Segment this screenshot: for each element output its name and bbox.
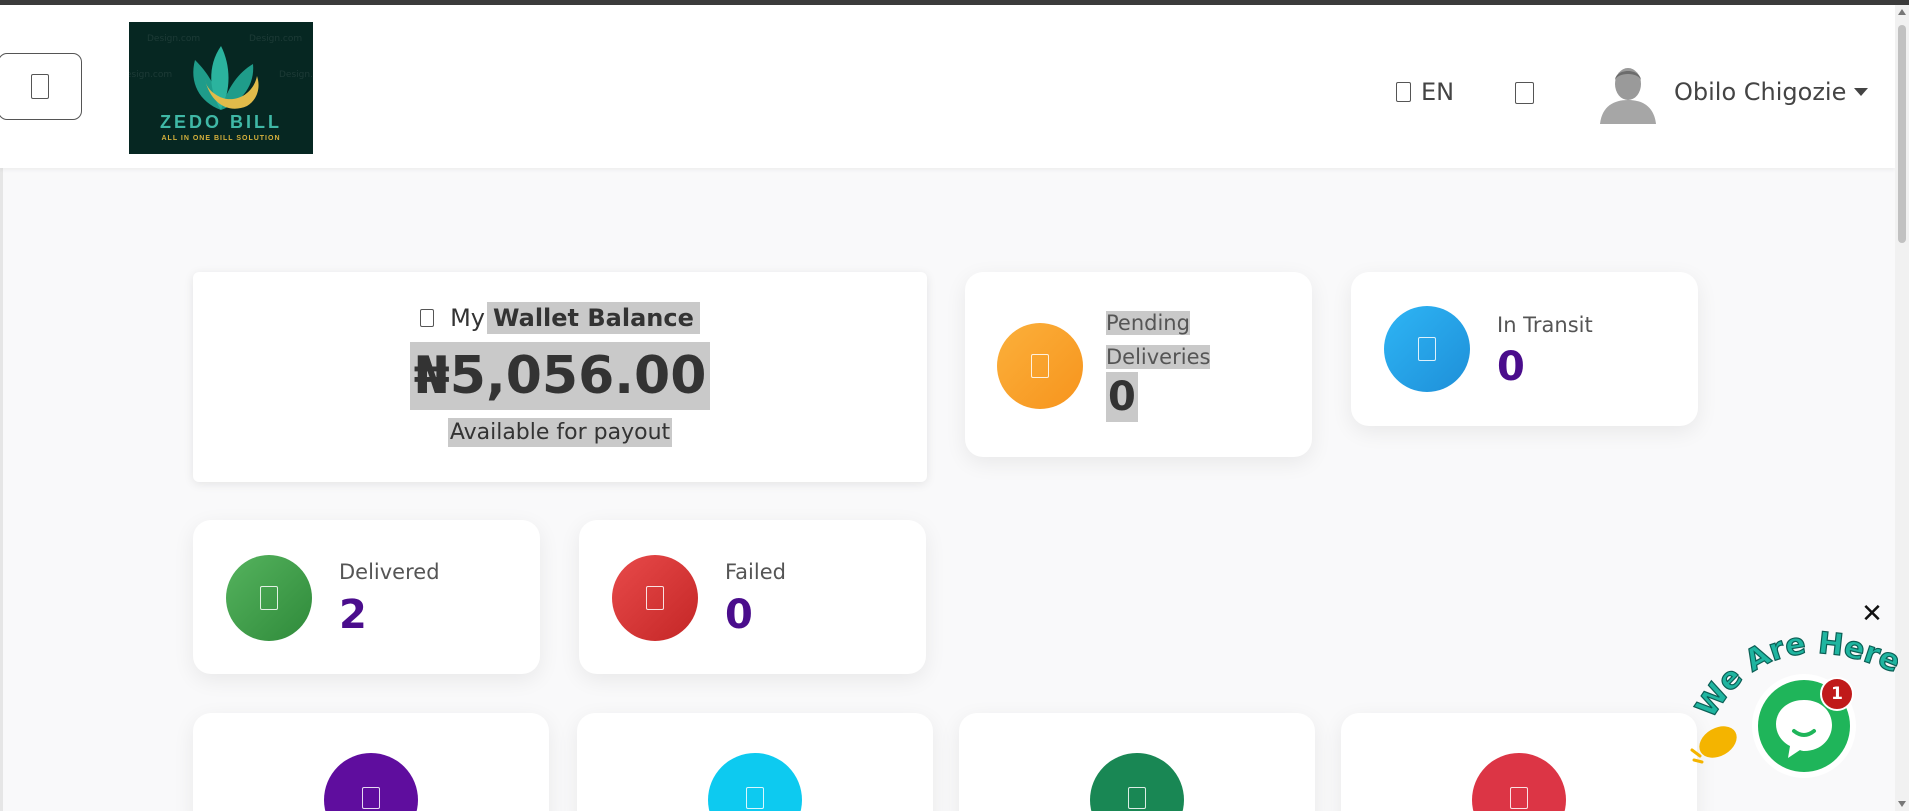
logo-tagline: ALL IN ONE BILL SOLUTION: [161, 135, 281, 142]
globe-icon: [1396, 82, 1411, 102]
bell-icon[interactable]: [1515, 82, 1534, 104]
clock-icon: [1031, 354, 1049, 378]
chevron-down-icon: [1854, 88, 1869, 96]
bottom-icon-2: [708, 753, 802, 811]
wave-hand-icon: [1690, 726, 1737, 764]
stat-card-failed: Failed 0: [579, 520, 926, 674]
stat-value-in-transit: 0: [1497, 344, 1525, 390]
user-avatar[interactable]: [1598, 60, 1658, 124]
bottom-card-2: [577, 713, 933, 811]
chat-close-icon[interactable]: ✕: [1860, 601, 1884, 627]
chat-widget[interactable]: We Are Here!: [1688, 600, 1898, 800]
wallet-balance-card: My Wallet Balance ₦5,056.00 Available fo…: [193, 272, 927, 482]
stat-icon-delivered: [226, 555, 312, 641]
stat-card-pending: Pending Deliveries 0: [965, 272, 1312, 457]
wallet-icon: [420, 309, 435, 327]
zedo-bill-logo[interactable]: Design.com Design.com Design.com Design.…: [129, 22, 313, 154]
bottom-icon-4: [1472, 753, 1566, 811]
top-navbar: Design.com Design.com Design.com Design.…: [0, 5, 1895, 168]
box-icon: [362, 787, 380, 809]
user-menu-toggle[interactable]: Obilo Chigozie: [1674, 77, 1869, 107]
user-name: Obilo Chigozie: [1674, 78, 1847, 106]
scroll-down-arrow-icon[interactable]: [1898, 801, 1906, 807]
stat-value-delivered: 2: [339, 592, 367, 638]
box-icon: [746, 787, 764, 809]
chat-notification-badge: 1: [1820, 677, 1854, 711]
stat-label-pending: Pending Deliveries: [1106, 311, 1211, 369]
language-label: EN: [1421, 78, 1455, 106]
wallet-amount: ₦5,056.00: [409, 342, 711, 410]
box-icon: [1510, 787, 1528, 809]
bottom-card-1: [193, 713, 549, 811]
check-icon: [260, 586, 278, 610]
bottom-card-4: [1341, 713, 1697, 811]
wallet-title-text: Wallet Balance: [487, 302, 700, 334]
stat-icon-failed: [612, 555, 698, 641]
bottom-icon-1: [324, 753, 418, 811]
wallet-title: My Wallet Balance: [420, 300, 700, 336]
box-icon: [1128, 787, 1146, 809]
stat-card-in-transit: In Transit 0: [1351, 272, 1698, 426]
language-selector[interactable]: EN: [1396, 77, 1454, 107]
wallet-subtitle: Available for payout: [447, 418, 673, 447]
stat-value-pending: 0: [1106, 372, 1138, 422]
scrollbar-thumb[interactable]: [1898, 25, 1906, 243]
stat-label-delivered: Delivered: [339, 560, 440, 584]
stat-card-delivered: Delivered 2: [193, 520, 540, 674]
stat-value-failed: 0: [725, 592, 753, 638]
stat-icon-pending: [997, 323, 1083, 409]
bottom-icon-3: [1090, 753, 1184, 811]
truck-icon: [1418, 337, 1436, 361]
stat-label-failed: Failed: [725, 560, 786, 584]
logo-title: ZEDO BILL: [160, 112, 282, 132]
stat-label-in-transit: In Transit: [1497, 313, 1593, 337]
x-circle-icon: [646, 586, 664, 610]
menu-toggle-button[interactable]: [0, 53, 82, 120]
menu-icon: [31, 74, 49, 99]
wallet-title-prefix: My: [450, 304, 486, 332]
stat-icon-in-transit: [1384, 306, 1470, 392]
bottom-card-3: [959, 713, 1315, 811]
scroll-up-arrow-icon[interactable]: [1898, 9, 1906, 15]
